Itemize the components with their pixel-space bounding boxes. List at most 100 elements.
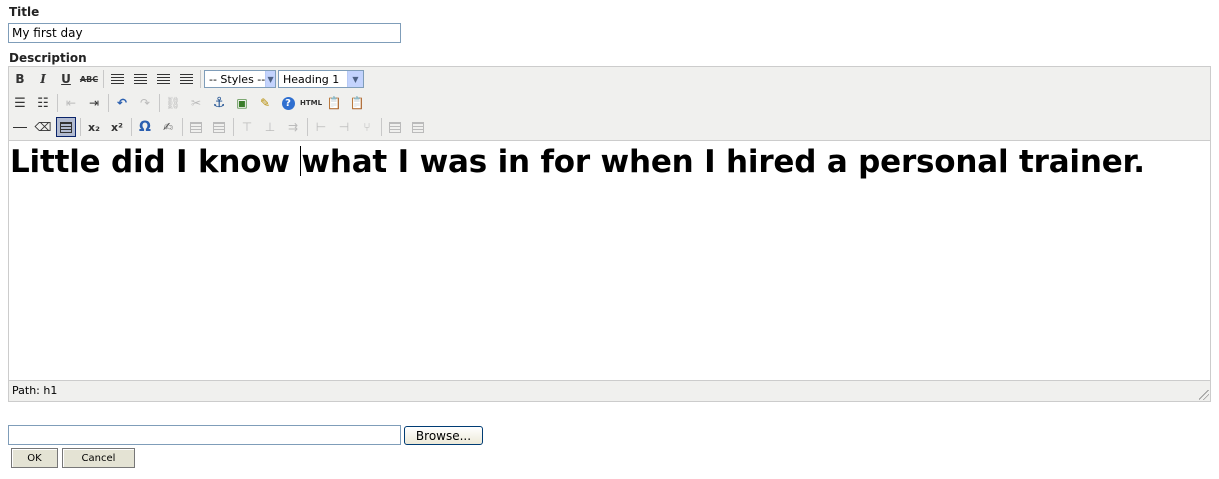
toolbar-separator: [80, 118, 81, 136]
link-icon: ⛓: [165, 96, 181, 110]
horizontal-rule-icon: [13, 126, 27, 128]
delete-row-icon: ⇉: [287, 120, 299, 134]
omega-icon: Ω: [139, 119, 151, 135]
col-before-button[interactable]: ⊢: [311, 117, 331, 137]
bold-button[interactable]: B: [10, 69, 30, 89]
cleanup-button[interactable]: ✎: [255, 93, 275, 113]
undo-button[interactable]: ↶: [112, 93, 132, 113]
heading-1[interactable]: Little did I know what I was in for when…: [9, 141, 1210, 183]
bullet-list-icon: ☰: [14, 95, 26, 111]
edit-icon: ✍: [162, 120, 174, 134]
unlink-button[interactable]: ✂: [186, 93, 206, 113]
anchor-icon: ⚓: [212, 95, 226, 111]
row-before-button[interactable]: ⊤: [237, 117, 257, 137]
toolbar-separator: [182, 118, 183, 136]
format-select-value: Heading 1: [283, 72, 340, 86]
format-select[interactable]: Heading 1 ▼: [278, 70, 364, 88]
paste-word-button[interactable]: 📋: [347, 93, 367, 113]
toolbar-row-3: ⌫ x₂ x² Ω ✍ ⊤ ⊥ ⇉ ⊢ ⊣ ⑂: [10, 116, 431, 138]
align-right-button[interactable]: [153, 69, 173, 89]
align-justify-icon: [179, 73, 193, 85]
bold-icon: B: [15, 72, 25, 86]
align-left-icon: [110, 73, 124, 85]
split-cells-button[interactable]: [385, 117, 405, 137]
toolbar-separator: [57, 94, 58, 112]
superscript-button[interactable]: x²: [107, 117, 127, 137]
description-label: Description: [9, 51, 87, 65]
image-icon: ▣: [236, 96, 248, 110]
superscript-icon: x²: [111, 120, 123, 134]
split-cells-icon: [389, 121, 401, 133]
chevron-down-icon: ▼: [347, 71, 363, 87]
html-icon: HTML: [299, 99, 323, 107]
italic-icon: I: [40, 72, 46, 86]
outdent-icon: ⇤: [65, 96, 77, 110]
paste-text-button[interactable]: 📋: [324, 93, 344, 113]
table-insert-icon: [190, 121, 202, 133]
delete-col-icon: ⑂: [363, 120, 371, 134]
title-input[interactable]: [8, 23, 401, 43]
underline-button[interactable]: U: [56, 69, 76, 89]
delete-col-button[interactable]: ⑂: [357, 117, 377, 137]
subscript-button[interactable]: x₂: [84, 117, 104, 137]
table-props-button[interactable]: [209, 117, 229, 137]
subscript-icon: x₂: [88, 120, 100, 134]
chevron-down-icon: ▼: [265, 71, 275, 87]
content-text-after-caret: what I was in for when I hired a persona…: [301, 144, 1145, 180]
horizontal-rule-button[interactable]: [10, 117, 30, 137]
help-button[interactable]: ?: [278, 93, 298, 113]
redo-button[interactable]: ↷: [135, 93, 155, 113]
special-char-button[interactable]: Ω: [135, 117, 155, 137]
html-source-button[interactable]: HTML: [299, 93, 323, 113]
remove-format-button[interactable]: ⌫: [33, 117, 53, 137]
col-after-icon: ⊣: [338, 120, 350, 134]
help-icon: ?: [281, 96, 295, 110]
link-button[interactable]: ⛓: [163, 93, 183, 113]
visual-aid-button[interactable]: [56, 117, 76, 137]
cancel-button[interactable]: Cancel: [62, 448, 135, 468]
anchor-button[interactable]: ⚓: [209, 93, 229, 113]
broom-icon: ✎: [259, 96, 271, 110]
content-text-before-caret: Little did I know: [10, 144, 301, 180]
paste-word-icon: 📋: [349, 96, 365, 110]
browse-button[interactable]: Browse...: [404, 426, 483, 445]
toolbar-separator: [307, 118, 308, 136]
toolbar-row-1: B I U ABC -- Styles -- ▼ Heading 1 ▼: [10, 68, 366, 90]
row-after-button[interactable]: ⊥: [260, 117, 280, 137]
resize-handle-icon[interactable]: [1199, 390, 1209, 400]
eraser-icon: ⌫: [34, 120, 52, 134]
toolbar-row-2: ☰ ☷ ⇤ ⇥ ↶ ↷ ⛓ ✂ ⚓ ▣ ✎ ? HTML 📋 📋: [10, 92, 370, 114]
numbered-list-icon: ☷: [37, 95, 49, 111]
ok-button[interactable]: OK: [11, 448, 58, 468]
editor-content-area[interactable]: Little did I know what I was in for when…: [9, 140, 1210, 381]
merge-cells-icon: [412, 121, 424, 133]
undo-icon: ↶: [116, 96, 128, 110]
indent-button[interactable]: ⇥: [84, 93, 104, 113]
image-button[interactable]: ▣: [232, 93, 252, 113]
strikethrough-button[interactable]: ABC: [79, 69, 99, 89]
underline-icon: U: [61, 72, 71, 86]
toolbar-separator: [381, 118, 382, 136]
bullet-list-button[interactable]: ☰: [10, 93, 30, 113]
toolbar-separator: [159, 94, 160, 112]
italic-button[interactable]: I: [33, 69, 53, 89]
align-left-button[interactable]: [107, 69, 127, 89]
table-props-icon: [213, 121, 225, 133]
align-center-icon: [133, 73, 147, 85]
table-icon: [60, 121, 72, 133]
styles-select[interactable]: -- Styles -- ▼: [204, 70, 276, 88]
merge-cells-button[interactable]: [408, 117, 428, 137]
outdent-button[interactable]: ⇤: [61, 93, 81, 113]
align-center-button[interactable]: [130, 69, 150, 89]
styles-select-value: -- Styles --: [209, 72, 266, 86]
col-after-button[interactable]: ⊣: [334, 117, 354, 137]
edit-button[interactable]: ✍: [158, 117, 178, 137]
numbered-list-button[interactable]: ☷: [33, 93, 53, 113]
table-insert-button[interactable]: [186, 117, 206, 137]
row-before-icon: ⊤: [241, 120, 253, 134]
file-path-input[interactable]: [8, 425, 401, 445]
toolbar-separator: [200, 70, 201, 88]
align-justify-button[interactable]: [176, 69, 196, 89]
delete-row-button[interactable]: ⇉: [283, 117, 303, 137]
unlink-icon: ✂: [190, 96, 202, 110]
